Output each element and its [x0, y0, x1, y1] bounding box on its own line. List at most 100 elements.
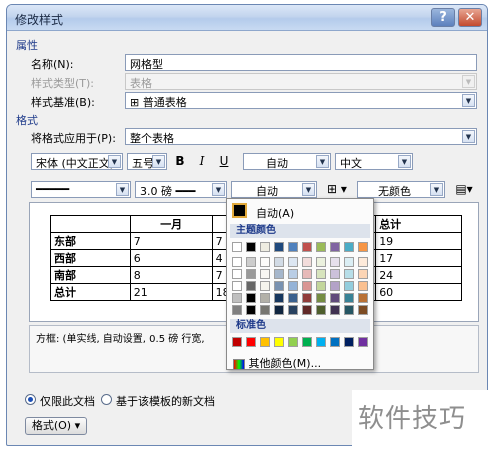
- color-swatch[interactable]: [358, 242, 368, 252]
- shading-select[interactable]: 无颜色 ▼: [357, 181, 445, 198]
- color-swatch[interactable]: [288, 257, 298, 267]
- color-swatch[interactable]: [302, 257, 312, 267]
- color-swatch[interactable]: [330, 242, 340, 252]
- color-swatch[interactable]: [344, 281, 354, 291]
- color-swatch[interactable]: [316, 305, 326, 315]
- color-swatch[interactable]: [330, 269, 340, 279]
- color-swatch[interactable]: [316, 269, 326, 279]
- color-swatch[interactable]: [330, 293, 340, 303]
- bold-button[interactable]: B: [171, 153, 189, 170]
- chevron-down-icon[interactable]: ▼: [316, 155, 329, 168]
- color-swatch[interactable]: [316, 242, 326, 252]
- color-swatch[interactable]: [288, 242, 298, 252]
- color-swatch[interactable]: [246, 293, 256, 303]
- color-swatch[interactable]: [344, 293, 354, 303]
- color-swatch[interactable]: [246, 281, 256, 291]
- more-colors-option[interactable]: 其他颜色(M)...: [233, 355, 321, 371]
- language-select[interactable]: 中文 ▼: [335, 153, 413, 170]
- font-select[interactable]: 宋体 (中文正文) ▼: [31, 153, 123, 170]
- color-swatch[interactable]: [358, 293, 368, 303]
- color-swatch[interactable]: [330, 257, 340, 267]
- color-swatch[interactable]: [288, 293, 298, 303]
- color-swatch[interactable]: [232, 293, 242, 303]
- color-swatch[interactable]: [316, 293, 326, 303]
- color-swatch[interactable]: [302, 293, 312, 303]
- color-swatch[interactable]: [358, 305, 368, 315]
- color-swatch[interactable]: [316, 281, 326, 291]
- color-swatch[interactable]: [344, 337, 354, 347]
- color-swatch[interactable]: [274, 305, 284, 315]
- color-swatch[interactable]: [288, 269, 298, 279]
- color-swatch[interactable]: [274, 281, 284, 291]
- underline-button[interactable]: U: [215, 153, 233, 170]
- line-width-select[interactable]: 3.0 磅 ━━━ ▼: [135, 181, 227, 198]
- color-swatch[interactable]: [232, 269, 242, 279]
- only-this-document-radio[interactable]: [25, 394, 36, 405]
- apply-to-select[interactable]: 整个表格 ▼: [125, 128, 477, 145]
- color-swatch[interactable]: [330, 281, 340, 291]
- color-swatch[interactable]: [302, 269, 312, 279]
- color-swatch[interactable]: [274, 293, 284, 303]
- name-input[interactable]: 网格型: [125, 54, 477, 71]
- font-size-select[interactable]: 五号 ▼: [127, 153, 167, 170]
- color-swatch[interactable]: [288, 281, 298, 291]
- color-swatch[interactable]: [344, 269, 354, 279]
- borders-button[interactable]: ⊞ ▾: [322, 181, 352, 198]
- color-swatch[interactable]: [330, 337, 340, 347]
- color-swatch[interactable]: [274, 242, 284, 252]
- format-button[interactable]: 格式(O) ▾: [25, 417, 87, 435]
- color-swatch[interactable]: [358, 337, 368, 347]
- chevron-down-icon[interactable]: ▼: [116, 183, 129, 196]
- color-swatch[interactable]: [330, 305, 340, 315]
- chevron-down-icon[interactable]: ▼: [398, 155, 411, 168]
- color-swatch[interactable]: [358, 269, 368, 279]
- color-swatch[interactable]: [260, 257, 270, 267]
- color-swatch[interactable]: [274, 269, 284, 279]
- color-swatch[interactable]: [344, 305, 354, 315]
- help-button[interactable]: ?: [431, 8, 455, 27]
- chevron-down-icon[interactable]: ▼: [462, 94, 475, 107]
- color-swatch[interactable]: [288, 305, 298, 315]
- color-swatch[interactable]: [232, 281, 242, 291]
- color-swatch[interactable]: [344, 257, 354, 267]
- font-color-select[interactable]: 自动 ▼: [243, 153, 331, 170]
- color-swatch[interactable]: [260, 269, 270, 279]
- color-swatch[interactable]: [302, 242, 312, 252]
- color-swatch[interactable]: [274, 257, 284, 267]
- color-swatch[interactable]: [232, 305, 242, 315]
- color-swatch[interactable]: [260, 337, 270, 347]
- color-swatch[interactable]: [302, 337, 312, 347]
- color-swatch[interactable]: [232, 257, 242, 267]
- color-swatch[interactable]: [246, 269, 256, 279]
- color-swatch[interactable]: [232, 337, 242, 347]
- cell-alignment-button[interactable]: ▤▾: [451, 181, 477, 198]
- color-swatch[interactable]: [358, 281, 368, 291]
- color-swatch[interactable]: [302, 281, 312, 291]
- color-swatch[interactable]: [260, 293, 270, 303]
- color-swatch[interactable]: [232, 242, 242, 252]
- auto-color-option[interactable]: 自动(A): [230, 202, 370, 222]
- color-swatch[interactable]: [246, 337, 256, 347]
- border-color-select[interactable]: 自动 ▼: [231, 181, 317, 198]
- new-documents-radio[interactable]: [101, 394, 112, 405]
- color-swatch[interactable]: [246, 242, 256, 252]
- color-swatch[interactable]: [316, 337, 326, 347]
- italic-button[interactable]: I: [193, 153, 211, 170]
- color-swatch[interactable]: [288, 337, 298, 347]
- color-swatch[interactable]: [274, 337, 284, 347]
- color-swatch[interactable]: [344, 242, 354, 252]
- close-button[interactable]: ✕: [458, 8, 482, 27]
- color-swatch[interactable]: [260, 305, 270, 315]
- chevron-down-icon[interactable]: ▼: [212, 183, 225, 196]
- chevron-down-icon[interactable]: ▼: [430, 183, 443, 196]
- chevron-down-icon[interactable]: ▼: [108, 155, 121, 168]
- color-swatch[interactable]: [246, 305, 256, 315]
- color-swatch[interactable]: [246, 257, 256, 267]
- color-swatch[interactable]: [316, 257, 326, 267]
- line-style-select[interactable]: ━━━━━ ▼: [31, 181, 131, 198]
- color-swatch[interactable]: [260, 242, 270, 252]
- chevron-down-icon[interactable]: ▼: [302, 183, 315, 196]
- color-swatch[interactable]: [358, 257, 368, 267]
- color-swatch[interactable]: [260, 281, 270, 291]
- style-based-on-select[interactable]: ⊞ 普通表格 ▼: [125, 92, 477, 109]
